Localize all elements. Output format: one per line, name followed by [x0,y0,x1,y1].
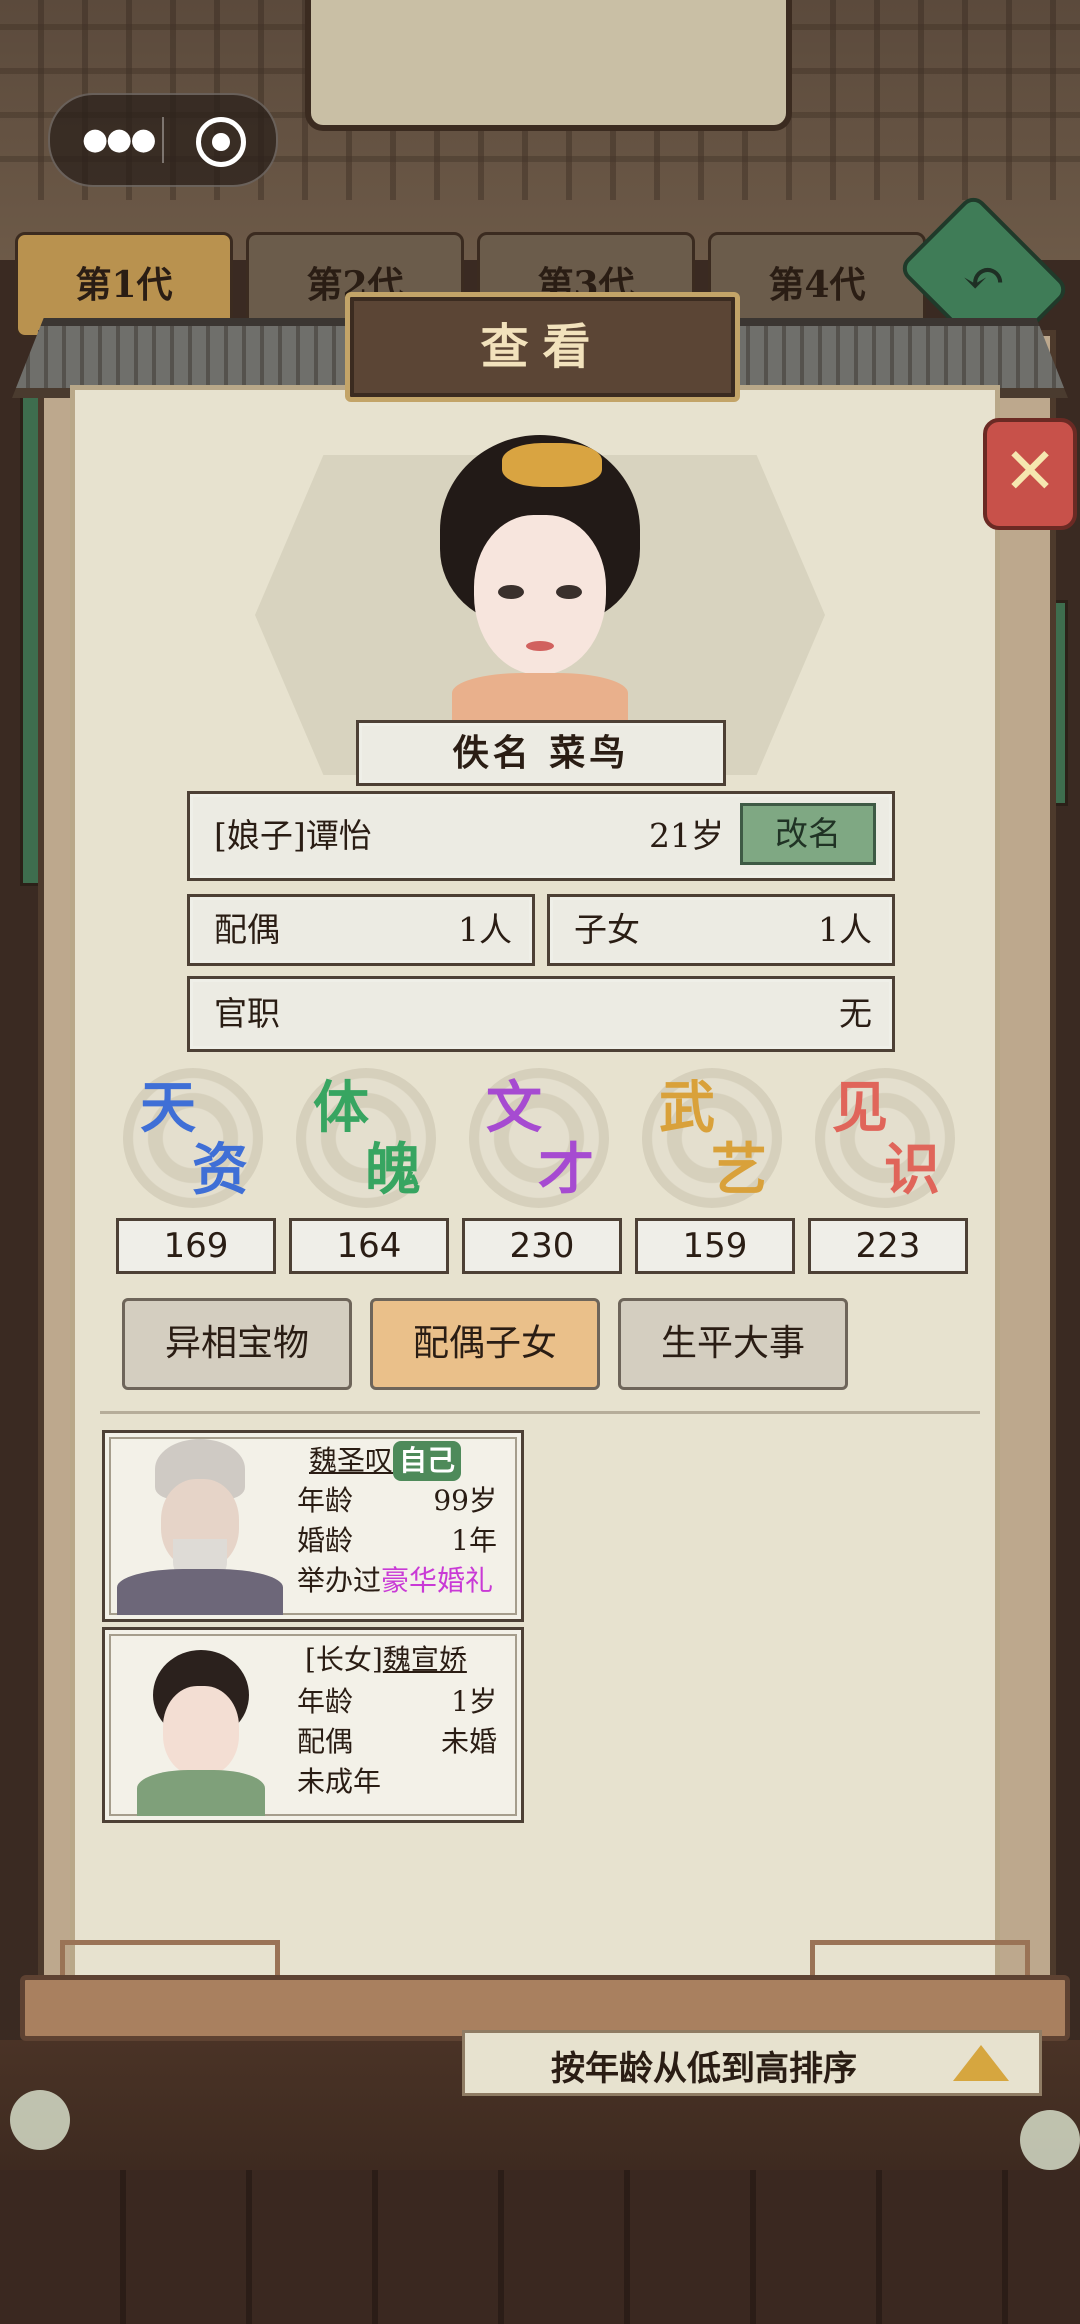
rename-button[interactable]: 改名 [740,803,876,865]
character-portrait [422,435,658,723]
tab-spouse-children[interactable]: 配偶子女 [370,1298,600,1390]
attribute-knowledge-char1: 见 [832,1075,888,1141]
portrait-eye-left [498,585,524,599]
children-value: 1人 [818,910,872,949]
member-card-daughter[interactable]: [长女]魏宣娇 年龄 1岁 配偶 未婚 未成年 [102,1627,524,1823]
avatar-child [113,1640,283,1816]
attribute-talent-value: 169 [116,1218,276,1274]
attribute-martial-char2: 艺 [711,1137,767,1203]
portrait-body [452,673,628,723]
background-floor [0,2170,1080,2324]
member-marriage-line: 婚龄 1年 [297,1521,497,1561]
member-name: 魏圣叹 [309,1444,394,1477]
sort-label: 按年龄从低到高排序 [551,2049,857,2089]
member-age-value: 99岁 [433,1484,497,1517]
member-card-self[interactable]: 魏圣叹 自己 年龄 99岁 婚龄 1年 举办过豪华婚礼 [102,1430,524,1622]
children-label: 子女 [574,910,640,949]
self-badge: 自己 [393,1441,462,1481]
portrait-hairpin [502,443,602,487]
attribute-literary-char2: 才 [538,1137,594,1203]
attribute-knowledge-char2: 识 [884,1137,940,1203]
member-name-line: 魏圣叹 自己 [309,1441,462,1481]
member-marriage-label: 婚龄 [297,1524,354,1557]
attribute-literary-char1: 文 [486,1075,542,1141]
member-age-line: 年龄 1岁 [297,1682,497,1722]
sort-arrow-icon [953,2045,1009,2081]
background-painting [305,0,792,131]
attribute-knowledge-value: 223 [808,1218,968,1274]
back-arrow-icon: ↶ [962,249,1006,309]
spouse-row: 配偶 1人 [187,894,535,966]
member-name: 魏宣娇 [382,1643,467,1676]
member-spouse-line: 配偶 未婚 [297,1722,497,1762]
office-row: 官职 无 [187,976,895,1052]
wedding-prefix: 举办过 [297,1564,382,1597]
attribute-martial-char1: 武 [659,1075,715,1141]
member-relation: [长女] [305,1643,383,1676]
office-value: 无 [839,994,872,1033]
avatar-elder [113,1439,283,1615]
member-age-label: 年龄 [297,1685,354,1718]
member-age-line: 年龄 99岁 [297,1481,497,1521]
tab-life-events[interactable]: 生平大事 [618,1298,848,1390]
capsule-divider [162,117,164,163]
attribute-physique-char1: 体 [313,1075,369,1141]
character-age: 21岁 [649,816,724,855]
member-spouse-label: 配偶 [297,1725,354,1758]
children-row: 子女 1人 [547,894,895,966]
attribute-talent-char2: 资 [192,1137,248,1203]
member-age-label: 年龄 [297,1484,354,1517]
attribute-talent-char1: 天 [140,1075,196,1141]
office-label: 官职 [214,994,280,1033]
nickname-label: 佚名 菜鸟 [356,720,726,786]
spouse-label: 配偶 [214,910,280,949]
portrait-face [474,515,606,675]
character-name: [娘子]谭怡 [214,816,372,855]
sort-bar[interactable]: 按年龄从低到高排序 [462,2030,1042,2096]
close-button[interactable]: ✕ [983,418,1077,530]
close-miniprogram-icon[interactable] [196,117,246,167]
flower-decoration-right [1020,2110,1080,2170]
attribute-physique-value: 164 [289,1218,449,1274]
flower-decoration-left [10,2090,70,2150]
dialog-title: 查看 [480,319,605,375]
dialog-title-plate: 查看 [345,292,740,402]
attribute-martial-value: 159 [635,1218,795,1274]
member-spouse-value: 未婚 [440,1725,497,1758]
spouse-value: 1人 [458,910,512,949]
attribute-physique-char2: 魄 [365,1137,421,1203]
portrait-lips [526,641,554,651]
member-wedding-line: 举办过豪华婚礼 [297,1561,493,1601]
wedding-type: 豪华婚礼 [381,1564,494,1597]
section-divider [100,1397,980,1414]
miniprogram-capsule: ●●● [48,93,278,187]
tab-treasures[interactable]: 异相宝物 [122,1298,352,1390]
member-marriage-value: 1年 [451,1524,497,1557]
member-age-value: 1岁 [451,1685,497,1718]
member-status: 未成年 [297,1765,382,1798]
more-icon[interactable]: ●●● [82,125,157,155]
member-name-line: [长女]魏宣娇 [305,1640,467,1680]
attribute-literary-value: 230 [462,1218,622,1274]
portrait-eye-right [556,585,582,599]
close-icon: ✕ [1003,435,1057,509]
